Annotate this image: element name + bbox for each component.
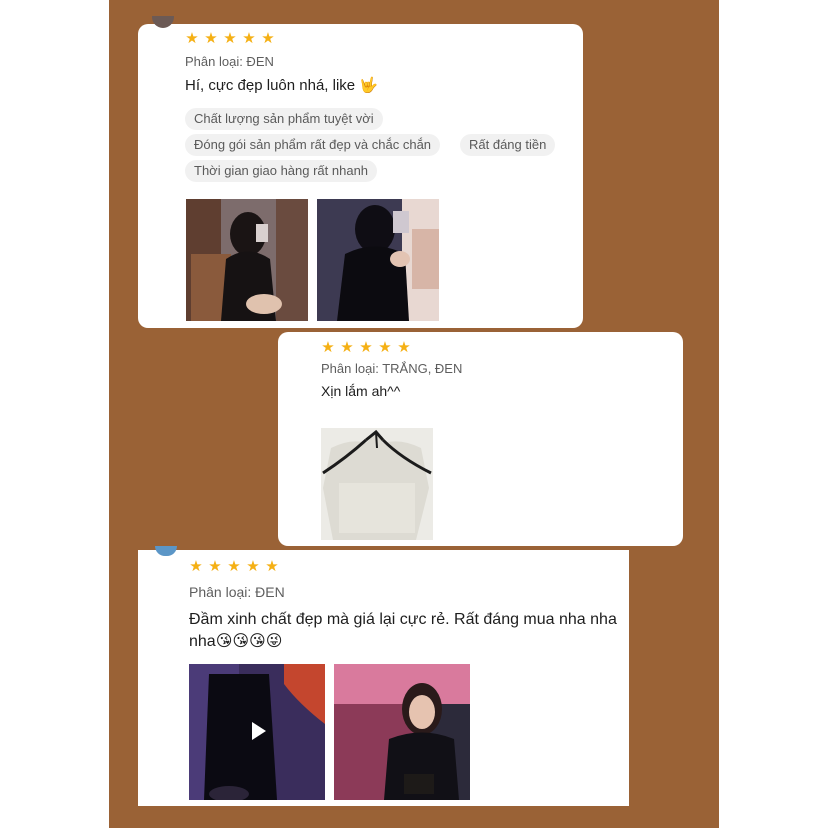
- star-icon: ★: [242, 30, 256, 47]
- star-rating: ★ ★ ★ ★ ★: [184, 31, 276, 46]
- review-photo[interactable]: [317, 199, 439, 321]
- star-icon: ★: [378, 339, 392, 356]
- review-tag[interactable]: Đóng gói sản phẩm rất đẹp và chắc chắn: [185, 134, 441, 156]
- star-icon: ★: [265, 558, 279, 575]
- review-video[interactable]: [189, 664, 325, 800]
- review-tag[interactable]: Chất lượng sản phẩm tuyệt vời: [185, 108, 383, 130]
- variant-label: Phân loại: ĐEN: [185, 54, 274, 69]
- star-icon: ★: [397, 339, 411, 356]
- review-comment: Đầm xinh chất đẹp mà giá lại cực rẻ. Rất…: [189, 611, 617, 650]
- star-icon: ★: [204, 30, 218, 47]
- star-icon: ★: [359, 339, 373, 356]
- star-icon: ★: [261, 30, 275, 47]
- star-rating: ★ ★ ★ ★ ★: [320, 340, 412, 355]
- review-photo[interactable]: [321, 428, 433, 540]
- star-icon: ★: [189, 558, 203, 575]
- review-photo[interactable]: [186, 199, 308, 321]
- review-tag[interactable]: Rất đáng tiền: [460, 134, 556, 156]
- review-photo[interactable]: [334, 664, 470, 800]
- variant-label: Phân loại: ĐEN: [189, 584, 285, 600]
- reviewer-avatar[interactable]: [155, 546, 177, 556]
- review-tag[interactable]: Thời gian giao hàng rất nhanh: [185, 160, 378, 182]
- star-icon: ★: [246, 558, 260, 575]
- review-card-1: ★ ★ ★ ★ ★ Phân loại: ĐEN Hí, cực đẹp luô…: [138, 16, 583, 328]
- review-comment: Hí, cực đẹp luôn nhá, like 🤟: [185, 77, 378, 94]
- star-icon: ★: [321, 339, 335, 356]
- star-icon: ★: [227, 558, 241, 575]
- star-icon: ★: [185, 30, 199, 47]
- variant-label: Phân loại: TRẮNG, ĐEN: [321, 361, 463, 376]
- star-icon: ★: [340, 339, 354, 356]
- star-icon: ★: [223, 30, 237, 47]
- reviewer-avatar[interactable]: [152, 16, 174, 28]
- star-rating: ★ ★ ★ ★ ★: [188, 559, 280, 574]
- play-icon[interactable]: [252, 722, 266, 740]
- star-icon: ★: [208, 558, 222, 575]
- review-card-3: ★ ★ ★ ★ ★ Phân loại: ĐEN Đầm xinh chất đ…: [138, 546, 629, 806]
- review-card-2: ★ ★ ★ ★ ★ Phân loại: TRẮNG, ĐEN Xịn lắm …: [278, 332, 683, 546]
- review-comment: Xịn lắm ah^^: [321, 383, 401, 399]
